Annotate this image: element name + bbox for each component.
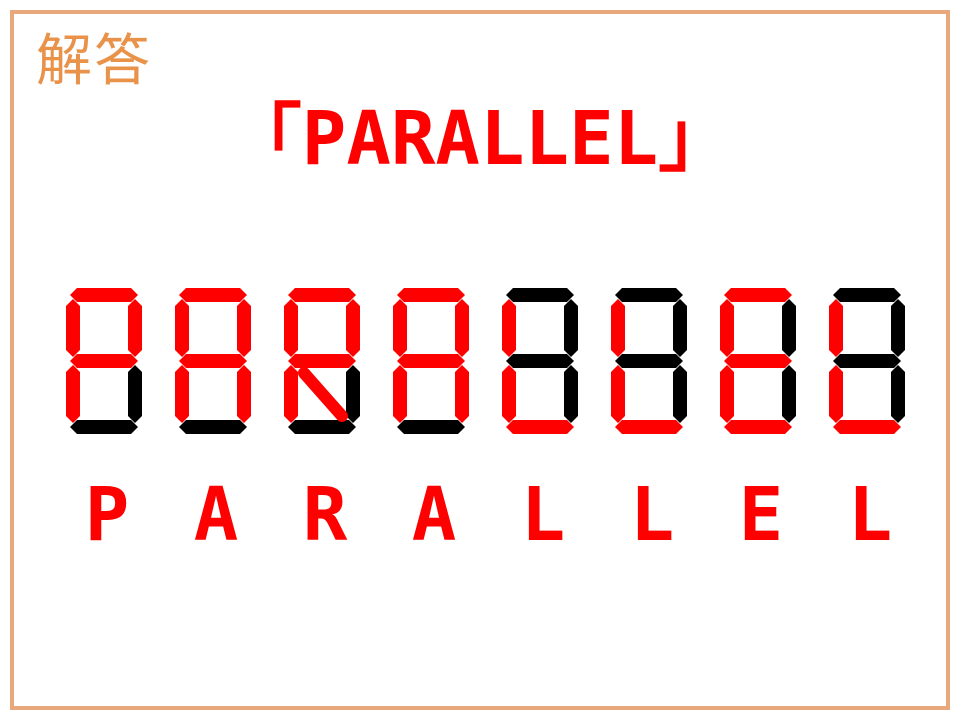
segment-g [179, 354, 247, 368]
segment-g [70, 354, 138, 368]
digit-2 [175, 288, 251, 434]
segment-g [724, 354, 792, 368]
digit-3 [284, 288, 360, 434]
segment-a [724, 288, 792, 302]
letter-7: E [738, 472, 784, 558]
segment-c [564, 365, 578, 423]
segment-b [673, 299, 687, 357]
segment-g [833, 354, 901, 368]
segment-e [393, 365, 407, 423]
segment-a [288, 288, 356, 302]
segment-b [237, 299, 251, 357]
segment-c [346, 365, 360, 423]
segment-f [502, 299, 516, 357]
digit-1 [66, 288, 142, 434]
segment-f [66, 299, 80, 357]
segment-c [891, 365, 905, 423]
segment-e [720, 365, 734, 423]
segment-g [506, 354, 574, 368]
digit-7 [720, 288, 796, 434]
segment-g [288, 354, 356, 368]
segment-e [829, 365, 843, 423]
letter-6: L [629, 472, 675, 558]
letter-3: R [302, 472, 348, 558]
segment-a [397, 288, 465, 302]
letter-4: A [411, 472, 457, 558]
segment-d [397, 420, 465, 434]
digit-8 [829, 288, 905, 434]
segment-b [346, 299, 360, 357]
segment-e [175, 365, 189, 423]
segment-b [455, 299, 469, 357]
segment-c [455, 365, 469, 423]
segment-c [128, 365, 142, 423]
segment-f [175, 299, 189, 357]
segment-e [284, 365, 298, 423]
letter-1: P [84, 472, 130, 558]
segment-f [284, 299, 298, 357]
segment-b [564, 299, 578, 357]
segment-b [782, 299, 796, 357]
segment-a [833, 288, 901, 302]
segment-f [393, 299, 407, 357]
segment-a [615, 288, 683, 302]
segment-f [720, 299, 734, 357]
segment-f [829, 299, 843, 357]
segment-d [724, 420, 792, 434]
segment-d [179, 420, 247, 434]
segment-c [782, 365, 796, 423]
segment-c [237, 365, 251, 423]
segment-d [70, 420, 138, 434]
segment-e [502, 365, 516, 423]
digit-4 [393, 288, 469, 434]
segment-d [288, 420, 356, 434]
segment-d [506, 420, 574, 434]
digit-5 [502, 288, 578, 434]
digit-6 [611, 288, 687, 434]
segment-e [611, 365, 625, 423]
segment-b [128, 299, 142, 357]
segment-b [891, 299, 905, 357]
letter-5: L [520, 472, 566, 558]
segment-d [833, 420, 901, 434]
segment-e [66, 365, 80, 423]
segment-c [673, 365, 687, 423]
segment-f [611, 299, 625, 357]
seven-segment-display [66, 288, 905, 434]
segment-d [615, 420, 683, 434]
segment-g [615, 354, 683, 368]
segment-a [179, 288, 247, 302]
segment-g [397, 354, 465, 368]
segment-a [506, 288, 574, 302]
segment-diagonal [298, 367, 348, 422]
letter-2: A [193, 472, 239, 558]
letter-8: L [847, 472, 893, 558]
segment-a [70, 288, 138, 302]
